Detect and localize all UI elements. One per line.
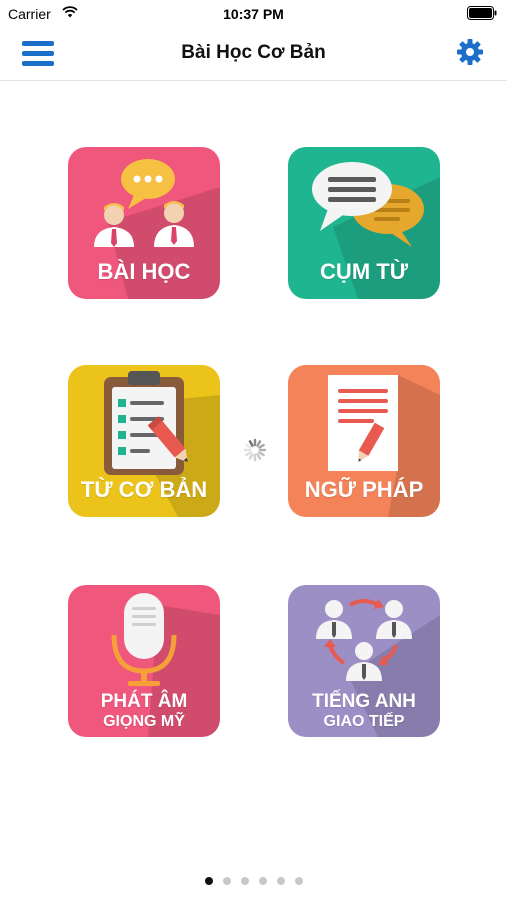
navigation-bar: Bài Học Cơ Bản (0, 28, 507, 81)
tile-cum-tu[interactable]: CỤM TỪ (288, 147, 440, 299)
loading-spinner-icon (243, 438, 267, 462)
tile-label: NGỮ PHÁP (304, 477, 424, 502)
tile-tieng-anh[interactable]: TIẾNG ANH GIAO TIẾP (288, 585, 440, 737)
tile-phat-am[interactable]: PHÁT ÂM GIỌNG MỸ (68, 585, 220, 737)
page-dot[interactable] (258, 877, 267, 885)
tile-label: PHÁT ÂM (100, 691, 188, 712)
page-dot[interactable] (222, 877, 231, 885)
tile-tu-co-ban[interactable]: TỪ CƠ BẢN (68, 365, 220, 517)
tile-sublabel: GIỌNG MỸ (103, 713, 185, 730)
page-indicator[interactable] (0, 877, 507, 885)
app-screen: Carrier 10:37 PM Bài Học Cơ Bản BÀI HỌC … (0, 0, 507, 900)
settings-button[interactable] (455, 37, 485, 67)
tile-label: TIẾNG ANH (312, 691, 416, 712)
tile-label: BÀI HỌC (97, 259, 191, 284)
page-dot[interactable] (276, 877, 285, 885)
clock: 10:37 PM (223, 6, 284, 22)
page-title: Bài Học Cơ Bản (181, 42, 326, 63)
tile-bai-hoc[interactable]: BÀI HỌC (68, 147, 220, 299)
battery-icon (467, 6, 497, 20)
page-dot[interactable] (204, 877, 213, 885)
page-dot[interactable] (294, 877, 303, 885)
tile-label: TỪ CƠ BẢN (80, 477, 208, 502)
page-dot[interactable] (240, 877, 249, 885)
tile-label: CỤM TỪ (320, 259, 408, 284)
status-bar: Carrier 10:37 PM (0, 0, 507, 28)
tile-sublabel: GIAO TIẾP (323, 713, 405, 730)
tile-ngu-phap[interactable]: NGỮ PHÁP (288, 365, 440, 517)
